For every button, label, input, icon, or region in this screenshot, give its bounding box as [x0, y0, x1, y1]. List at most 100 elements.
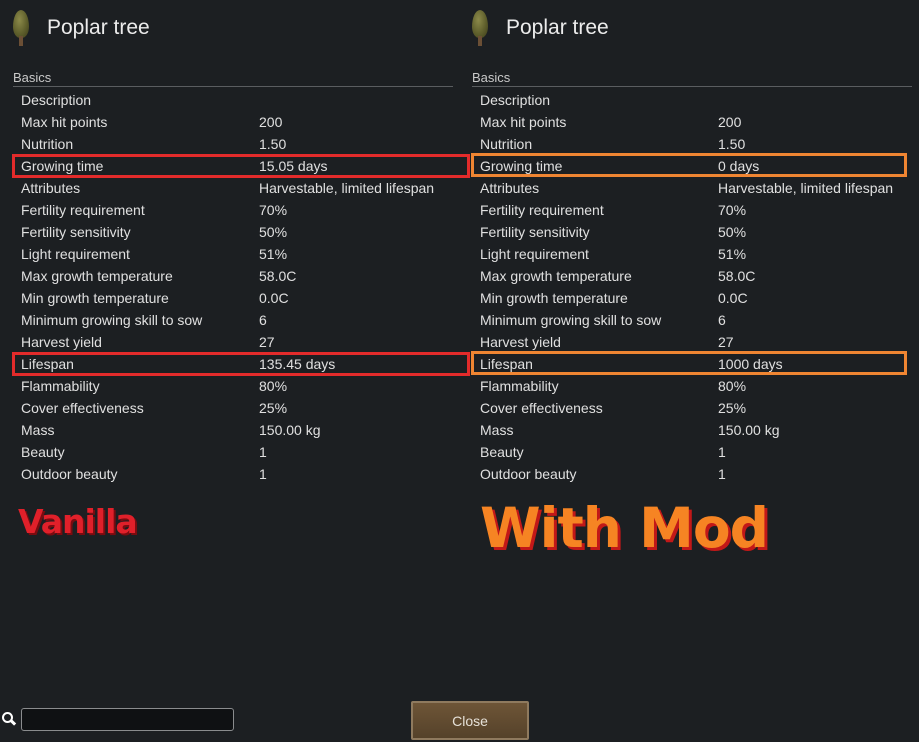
stat-value: 70% [259, 202, 288, 218]
search-icon [2, 712, 17, 726]
stat-value: Harvestable, limited lifespan [718, 180, 894, 196]
stat-row[interactable]: Light requirement 51% [480, 243, 910, 265]
highlight-growing-time-vanilla [12, 154, 470, 178]
stat-label: Max hit points [21, 114, 108, 130]
stat-value: 50% [718, 224, 747, 240]
stat-value: 80% [718, 378, 747, 394]
stat-value: 27 [259, 334, 275, 350]
stat-label: Mass [480, 422, 514, 438]
stat-row[interactable]: Flammability 80% [21, 375, 451, 397]
stat-row[interactable]: Attributes Harvestable, limited lifespan [21, 177, 451, 199]
stat-row[interactable]: Max hit points 200 [21, 111, 451, 133]
stats-panel-vanilla: Poplar tree Basics Description Max hit p… [0, 0, 453, 690]
stat-row[interactable]: Max growth temperature 58.0C [480, 265, 910, 287]
stat-label: Max growth temperature [21, 268, 173, 284]
stat-row[interactable]: Fertility requirement 70% [21, 199, 451, 221]
stat-value: 0.0C [259, 290, 289, 306]
stat-row[interactable]: Fertility sensitivity 50% [21, 221, 451, 243]
stat-value: 25% [259, 400, 288, 416]
stat-row[interactable]: Mass 150.00 kg [21, 419, 451, 441]
search-input[interactable] [21, 708, 234, 731]
section-label-basics: Basics [13, 70, 453, 87]
panel-title: Poplar tree [506, 16, 609, 39]
stat-row[interactable]: Max growth temperature 58.0C [21, 265, 451, 287]
stat-row[interactable]: Harvest yield 27 [21, 331, 451, 353]
stat-row[interactable]: Nutrition 1.50 [21, 133, 451, 155]
stat-row[interactable]: Harvest yield 27 [480, 331, 910, 353]
stat-value: 1.50 [718, 136, 746, 152]
stat-row[interactable]: Minimum growing skill to sow 6 [480, 309, 910, 331]
panel-title: Poplar tree [47, 16, 150, 39]
stat-value: 70% [718, 202, 747, 218]
stat-row[interactable]: Min growth temperature 0.0C [21, 287, 451, 309]
stat-value: 58.0C [259, 268, 297, 284]
close-button[interactable]: Close [411, 701, 529, 740]
panel-header: Poplar tree [469, 10, 609, 46]
stat-row[interactable]: Cover effectiveness 25% [480, 397, 910, 419]
stat-label: Description [480, 92, 551, 108]
stat-label: Minimum growing skill to sow [21, 312, 203, 328]
stat-label: Nutrition [21, 136, 74, 152]
stat-value: 200 [718, 114, 742, 130]
stat-label: Fertility sensitivity [21, 224, 131, 240]
stat-value: 6 [718, 312, 726, 328]
poplar-tree-icon [469, 10, 491, 46]
stat-value: 51% [718, 246, 747, 262]
stat-row[interactable]: Fertility requirement 70% [480, 199, 910, 221]
stat-value: 0.0C [718, 290, 748, 306]
stat-value: 51% [259, 246, 288, 262]
stat-value: 150.00 kg [259, 422, 321, 438]
stat-label: Fertility requirement [21, 202, 145, 218]
stat-row[interactable]: Cover effectiveness 25% [21, 397, 451, 419]
poplar-tree-icon [10, 10, 32, 46]
stat-row[interactable]: Mass 150.00 kg [480, 419, 910, 441]
stat-row[interactable]: Beauty 1 [480, 441, 910, 463]
vanilla-label: Vanilla [18, 502, 138, 541]
stat-value: 1 [718, 444, 726, 460]
stats-panel-with-mod: Poplar tree Basics Description Max hit p… [459, 0, 912, 690]
stat-row[interactable]: Minimum growing skill to sow 6 [21, 309, 451, 331]
highlight-growing-time-mod [471, 153, 907, 177]
stat-value: 1.50 [259, 136, 287, 152]
stat-label: Max hit points [480, 114, 567, 130]
stat-label: Nutrition [480, 136, 533, 152]
section-label-basics: Basics [472, 70, 912, 87]
stat-label: Min growth temperature [21, 290, 169, 306]
stat-row[interactable]: Light requirement 51% [21, 243, 451, 265]
stat-label: Beauty [21, 444, 65, 460]
stat-row[interactable]: Min growth temperature 0.0C [480, 287, 910, 309]
stat-value: Harvestable, limited lifespan [259, 180, 435, 196]
stat-value: 150.00 kg [718, 422, 780, 438]
stat-label: Flammability [21, 378, 100, 394]
stat-value: 25% [718, 400, 747, 416]
stat-row[interactable]: Nutrition 1.50 [480, 133, 910, 155]
stat-value: 58.0C [718, 268, 756, 284]
stat-label: Outdoor beauty [21, 466, 118, 482]
stat-label: Light requirement [21, 246, 130, 262]
stat-label: Description [21, 92, 92, 108]
stat-value: 1 [259, 466, 267, 482]
stat-label: Minimum growing skill to sow [480, 312, 662, 328]
stat-value: 6 [259, 312, 267, 328]
stat-row[interactable]: Max hit points 200 [480, 111, 910, 133]
stats-list: Description Max hit points 200 Nutrition 1… [21, 89, 451, 485]
stat-row[interactable]: Beauty 1 [21, 441, 451, 463]
stat-label: Mass [21, 422, 55, 438]
stat-row[interactable]: Description [21, 89, 451, 111]
stat-row[interactable]: Flammability 80% [480, 375, 910, 397]
stat-value: 80% [259, 378, 288, 394]
stat-label: Min growth temperature [480, 290, 628, 306]
stat-row[interactable]: Outdoor beauty 1 [480, 463, 910, 485]
with-mod-label: With Mod [480, 496, 769, 560]
stat-row[interactable]: Fertility sensitivity 50% [480, 221, 910, 243]
stat-label: Outdoor beauty [480, 466, 577, 482]
stat-row[interactable]: Attributes Harvestable, limited lifespan [480, 177, 910, 199]
stat-value: 200 [259, 114, 283, 130]
stat-label: Harvest yield [21, 334, 102, 350]
stat-label: Light requirement [480, 246, 589, 262]
stats-list: Description Max hit points 200 Nutrition 1… [480, 89, 910, 485]
stat-row[interactable]: Outdoor beauty 1 [21, 463, 451, 485]
stat-row[interactable]: Description [480, 89, 910, 111]
stat-label: Fertility sensitivity [480, 224, 590, 240]
panel-header: Poplar tree [10, 10, 150, 46]
